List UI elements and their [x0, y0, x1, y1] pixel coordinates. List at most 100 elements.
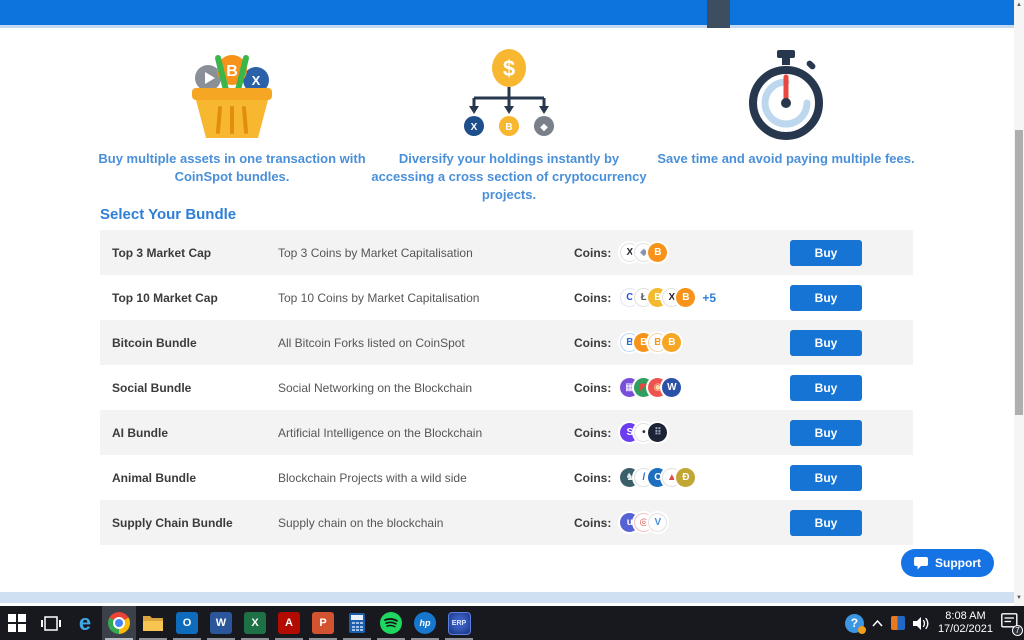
acrobat-icon: A	[278, 612, 300, 634]
windows-logo-icon	[8, 614, 26, 632]
bundle-row-top3: Top 3 Market Cap Top 3 Coins by Market C…	[100, 230, 913, 275]
coin-icons: ♞/C▲Ð	[620, 468, 695, 487]
coin-icons: X◆B	[620, 243, 667, 262]
buy-button[interactable]: Buy	[790, 420, 862, 446]
diversify-network-icon: $ X B ◆	[368, 46, 650, 146]
bundle-name: AI Bundle	[100, 426, 278, 440]
taskbar-calculator[interactable]	[340, 606, 374, 640]
bundle-description: Top 10 Coins by Market Capitalisation	[278, 291, 574, 305]
scrollbar-thumb[interactable]	[1015, 130, 1023, 415]
coin-extra-count: +5	[702, 291, 716, 305]
task-view-icon	[41, 616, 61, 631]
get-help-icon[interactable]: ?	[845, 614, 864, 633]
svg-text:B: B	[505, 122, 512, 133]
bundle-description: Supply chain on the blockchain	[278, 516, 574, 530]
excel-icon: X	[244, 612, 266, 634]
taskbar-file-explorer[interactable]	[136, 606, 170, 640]
feature-save-time: Save time and avoid paying multiple fees…	[645, 46, 927, 168]
bundle-row-social: Social Bundle Social Networking on the B…	[100, 365, 913, 410]
notification-count-badge: 7	[1012, 625, 1023, 636]
coin-icon: B	[648, 243, 667, 262]
system-tray: ? 8:08 AM 17/02/2021	[845, 606, 1024, 640]
header-dark-block	[707, 0, 730, 28]
scrollbar-down-arrow[interactable]: ▼	[1014, 593, 1024, 603]
start-button[interactable]	[0, 606, 34, 640]
coin-icons: CŁBXB	[620, 288, 695, 307]
coin-icon: B	[676, 288, 695, 307]
buy-button[interactable]: Buy	[790, 285, 862, 311]
coin-icons: S•⠿	[620, 423, 667, 442]
taskbar-outlook[interactable]: O	[170, 606, 204, 640]
hp-icon: hp	[414, 612, 436, 634]
svg-text:X: X	[471, 122, 478, 133]
bundle-table: Top 3 Market Cap Top 3 Coins by Market C…	[100, 230, 913, 545]
scrollbar-up-arrow[interactable]: ▲	[1014, 0, 1024, 10]
coin-icons: ▦◤◉W	[620, 378, 681, 397]
action-center-button[interactable]: 7	[1001, 613, 1018, 633]
stopwatch-icon	[645, 46, 927, 146]
feature-text: Diversify your holdings instantly by acc…	[368, 150, 650, 204]
taskbar-spotify[interactable]	[374, 606, 408, 640]
coins-label: Coins:	[574, 381, 611, 395]
coins-label: Coins:	[574, 291, 611, 305]
page-header-bar	[0, 0, 1014, 28]
erp-icon: ERP	[448, 612, 471, 635]
chat-bubble-icon	[914, 557, 928, 570]
bundle-name: Bitcoin Bundle	[100, 336, 278, 350]
page-title: Select Your Bundle	[100, 206, 236, 223]
taskbar-powerpoint[interactable]: P	[306, 606, 340, 640]
bundle-description: Top 3 Coins by Market Capitalisation	[278, 246, 574, 260]
taskbar-hp[interactable]: hp	[408, 606, 442, 640]
taskbar-chrome[interactable]	[102, 606, 136, 640]
feature-text: Save time and avoid paying multiple fees…	[645, 150, 927, 168]
bundle-row-ai: AI Bundle Artificial Intelligence on the…	[100, 410, 913, 455]
bundle-name: Animal Bundle	[100, 471, 278, 485]
bundle-name: Top 3 Market Cap	[100, 246, 278, 260]
powerpoint-icon: P	[312, 612, 334, 634]
buy-button[interactable]: Buy	[790, 375, 862, 401]
taskbar-erp[interactable]: ERP	[442, 606, 476, 640]
taskbar-excel[interactable]: X	[238, 606, 272, 640]
feature-buy-multiple: X B Buy multiple assets in one transacti…	[96, 46, 368, 186]
coin-icon: ⠿	[648, 423, 667, 442]
page-scrollbar[interactable]: ▲ ▼	[1014, 0, 1024, 606]
buy-button[interactable]: Buy	[790, 510, 862, 536]
task-view-button[interactable]	[34, 606, 68, 640]
buy-button[interactable]: Buy	[790, 240, 862, 266]
bundle-description: Blockchain Projects with a wild side	[278, 471, 574, 485]
buy-button[interactable]: Buy	[790, 465, 862, 491]
coins-label: Coins:	[574, 336, 611, 350]
bundle-description: All Bitcoin Forks listed on CoinSpot	[278, 336, 574, 350]
coins-label: Coins:	[574, 246, 611, 260]
taskbar: e O W X A P	[0, 606, 1024, 640]
tray-app-icon[interactable]	[891, 616, 905, 630]
bundle-row-supply-chain: Supply Chain Bundle Supply chain on the …	[100, 500, 913, 545]
coin-icons: u◎V	[620, 513, 667, 532]
coin-icon: Ð	[676, 468, 695, 487]
bundle-row-animal: Animal Bundle Blockchain Projects with a…	[100, 455, 913, 500]
coin-icon: B	[662, 333, 681, 352]
bundle-name: Social Bundle	[100, 381, 278, 395]
file-explorer-icon	[142, 614, 164, 632]
svg-text:$: $	[503, 56, 515, 81]
spotify-icon	[380, 612, 402, 634]
help-badge	[858, 626, 866, 634]
buy-button[interactable]: Buy	[790, 330, 862, 356]
feature-text: Buy multiple assets in one transaction w…	[96, 150, 368, 186]
tray-chevron-up-icon[interactable]	[872, 620, 883, 627]
bundle-row-top10: Top 10 Market Cap Top 10 Coins by Market…	[100, 275, 913, 320]
taskbar-word[interactable]: W	[204, 606, 238, 640]
support-label: Support	[935, 556, 981, 570]
word-icon: W	[210, 612, 232, 634]
taskbar-edge[interactable]: e	[68, 606, 102, 640]
volume-icon[interactable]	[913, 617, 930, 630]
bundle-description: Social Networking on the Blockchain	[278, 381, 574, 395]
coins-label: Coins:	[574, 516, 611, 530]
taskbar-clock[interactable]: 8:08 AM 17/02/2021	[938, 610, 993, 636]
taskbar-acrobat[interactable]: A	[272, 606, 306, 640]
outlook-icon: O	[176, 612, 198, 634]
coin-icons: BBBB	[620, 333, 681, 352]
clock-date: 17/02/2021	[938, 623, 993, 636]
support-button[interactable]: Support	[901, 549, 994, 577]
basket-icon: X B	[96, 46, 368, 146]
